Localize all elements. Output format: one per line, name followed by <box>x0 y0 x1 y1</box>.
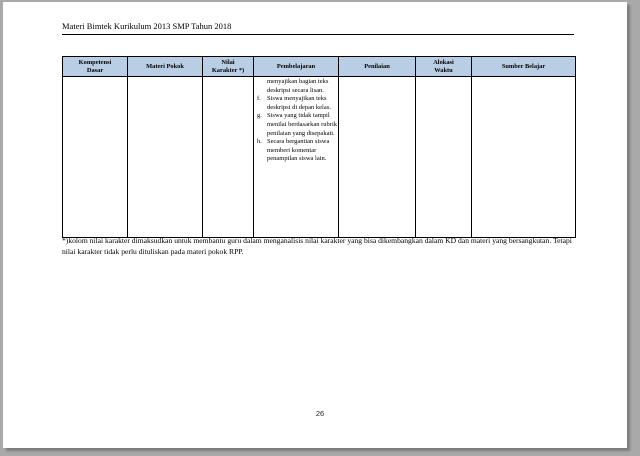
step-marker: h. <box>257 138 262 146</box>
col-sumber-belajar: Sumber Belajar <box>471 56 576 77</box>
lesson-plan-table: Kompetensi Dasar Materi Pokok Nilai Kara… <box>62 56 576 238</box>
pembelajaran-steps: menyajikan bagian teks deskripsi secara … <box>254 77 338 164</box>
cell-penilaian <box>338 76 416 238</box>
col-penilaian: Penilaian <box>338 56 416 77</box>
footnote: *)kolom nilai karakter dimaksudkan untuk… <box>62 236 572 256</box>
step-marker: g. <box>257 112 262 120</box>
list-item: f. Siswa menyajikan teks deskripsi di de… <box>257 95 338 112</box>
page-header: Materi Bimtek Kurikulum 2013 SMP Tahun 2… <box>62 21 232 31</box>
list-item: menyajikan bagian teks deskripsi secara … <box>257 78 338 95</box>
cell-materi-pokok <box>127 76 203 238</box>
page-number: 26 <box>315 409 325 418</box>
list-item: h. Secara bergantian siswa memberi komen… <box>257 138 338 164</box>
step-text: Siswa yang tidak tampil menilai berdasar… <box>267 112 338 137</box>
step-text: menyajikan bagian teks deskripsi secara … <box>267 78 329 94</box>
cell-pembelajaran: menyajikan bagian teks deskripsi secara … <box>253 76 339 238</box>
col-nilai-karakter: Nilai Karakter *) <box>202 56 254 77</box>
col-kompetensi-dasar: Kompetensi Dasar <box>62 56 128 77</box>
header-rule <box>62 34 574 35</box>
list-item: g. Siswa yang tidak tampil menilai berda… <box>257 112 338 138</box>
cell-sumber-belajar <box>471 76 576 238</box>
cell-alokasi-waktu <box>415 76 472 238</box>
table-header-row: Kompetensi Dasar Materi Pokok Nilai Kara… <box>62 56 576 77</box>
col-materi-pokok: Materi Pokok <box>127 56 203 77</box>
step-text: Secara bergantian siswa memberi komentar… <box>267 138 330 163</box>
cell-nilai-karakter <box>202 76 254 238</box>
cell-kompetensi-dasar <box>62 76 128 238</box>
step-marker: f. <box>257 95 261 103</box>
table-row: menyajikan bagian teks deskripsi secara … <box>62 76 576 238</box>
step-text: Siswa menyajikan teks deskripsi di depan… <box>267 95 331 111</box>
col-pembelajaran: Pembelajaran <box>253 56 339 77</box>
col-alokasi-waktu: Alokasi Waktu <box>415 56 472 77</box>
